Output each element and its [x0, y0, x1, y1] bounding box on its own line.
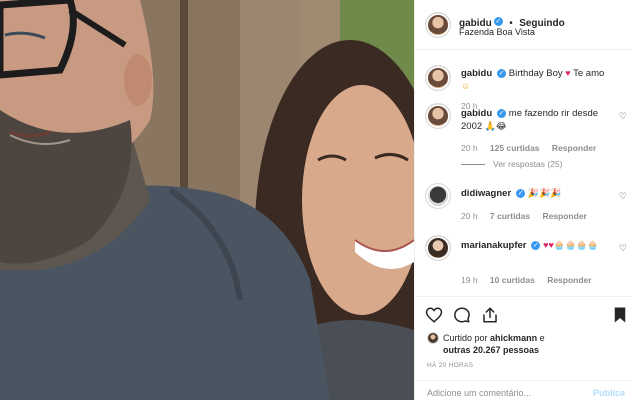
view-replies-button[interactable]: Ver respostas (25) [461, 159, 562, 169]
comment-username[interactable]: gabidu [461, 108, 492, 119]
comment-username[interactable]: didiwagner [461, 188, 511, 199]
comment-like-heart-icon[interactable]: ♡ [619, 111, 627, 122]
action-bar [415, 296, 632, 330]
post-header: gabidu ✓ • Seguindo Fazenda Boa Vista [415, 0, 632, 50]
posted-time[interactable]: HÁ 20 HORAS [427, 362, 473, 369]
comment-likes[interactable]: 125 curtidas [490, 143, 540, 153]
caption-text: gabidu ✓ Birthday Boy ♥ Te amo ☺ [461, 67, 611, 93]
comment-text: didiwagner ✓ 🎉🎉🎉 [461, 187, 611, 200]
red-heart-emoji: ♥ [565, 68, 571, 78]
comment-emoji: 🎉🎉🎉 [527, 188, 562, 198]
selfie-image [0, 0, 414, 400]
post-location[interactable]: Fazenda Boa Vista [459, 27, 535, 37]
comment-meta: 19 h 10 curtidas Responder [461, 275, 602, 285]
likes-text: Curtido por ahickmann e outras 20.267 pe… [443, 332, 545, 356]
reply-button[interactable]: Responder [542, 211, 586, 221]
likes-prefix: Curtido por [443, 333, 488, 343]
comment-input[interactable]: Adicione um comentário... [427, 388, 531, 398]
verified-badge-icon: ✓ [531, 240, 541, 250]
comment-emoji: 🙏😂 [484, 121, 507, 131]
comment-likes[interactable]: 7 curtidas [490, 211, 530, 221]
comment-time[interactable]: 19 h [461, 275, 478, 285]
caption-body: Birthday Boy [508, 68, 563, 79]
reply-button[interactable]: Responder [547, 275, 591, 285]
comment-likes[interactable]: 10 curtidas [490, 275, 535, 285]
post-details-panel: gabidu ✓ • Seguindo Fazenda Boa Vista gab… [414, 0, 632, 400]
comment-text: marianakupfer ✓ ♥♥🧁🧁🧁🧁 [461, 239, 611, 252]
comment-item: didiwagner ✓ 🎉🎉🎉 ♡ 20 h 7 curtidas Respon… [415, 183, 632, 227]
comment-icon[interactable] [453, 306, 471, 324]
add-comment-bar: Adicione um comentário... Publica [415, 380, 632, 400]
comment-time[interactable]: 20 h [461, 143, 478, 153]
verified-badge-icon: ✓ [516, 188, 526, 198]
comment-time[interactable]: 20 h [461, 211, 478, 221]
caption-username[interactable]: gabidu [461, 68, 492, 79]
post-photo[interactable] [0, 0, 414, 400]
author-avatar[interactable] [425, 12, 451, 38]
replies-divider [461, 164, 485, 166]
caption-avatar[interactable] [425, 65, 451, 91]
comment-item: marianakupfer ✓ ♥♥🧁🧁🧁🧁 ♡ 19 h 10 curtidas… [415, 235, 632, 291]
liker-avatar [427, 332, 439, 344]
comment-like-heart-icon[interactable]: ♡ [619, 191, 627, 202]
smiling-face-emoji: ☺ [461, 81, 471, 91]
comments-list[interactable]: gabidu ✓ Birthday Boy ♥ Te amo ☺ 20 h gab… [415, 51, 632, 296]
comment-like-heart-icon[interactable]: ♡ [619, 243, 627, 254]
caption-body-2: Te amo [573, 68, 605, 79]
reply-button[interactable]: Responder [552, 143, 596, 153]
publish-button[interactable]: Publica [593, 388, 625, 398]
view-replies-label: Ver respostas (25) [493, 159, 563, 169]
verified-badge-icon: ✓ [497, 68, 507, 78]
first-liker-username[interactable]: ahickmann [490, 333, 537, 343]
verified-badge-icon: ✓ [493, 17, 503, 27]
verified-badge-icon: ✓ [497, 108, 507, 118]
comment-username[interactable]: marianakupfer [461, 240, 526, 251]
bookmark-icon[interactable] [611, 306, 629, 324]
comment-text: gabidu ✓ me fazendo rir desde 2002 🙏😂 [461, 107, 611, 133]
comment-item: gabidu ✓ me fazendo rir desde 2002 🙏😂 ♡ 2… [415, 103, 632, 173]
comment-meta: 20 h 7 curtidas Responder [461, 211, 597, 221]
comment-avatar[interactable] [425, 235, 451, 261]
others-count[interactable]: outras 20.267 pessoas [443, 345, 539, 355]
comment-meta: 20 h 125 curtidas Responder [461, 143, 606, 153]
comment-avatar[interactable] [425, 183, 451, 209]
share-icon[interactable] [481, 306, 499, 324]
comment-emoji: ♥♥🧁🧁🧁🧁 [543, 240, 599, 250]
comment-avatar[interactable] [425, 103, 451, 129]
heart-icon[interactable] [425, 306, 443, 324]
likes-and: e [539, 333, 545, 343]
